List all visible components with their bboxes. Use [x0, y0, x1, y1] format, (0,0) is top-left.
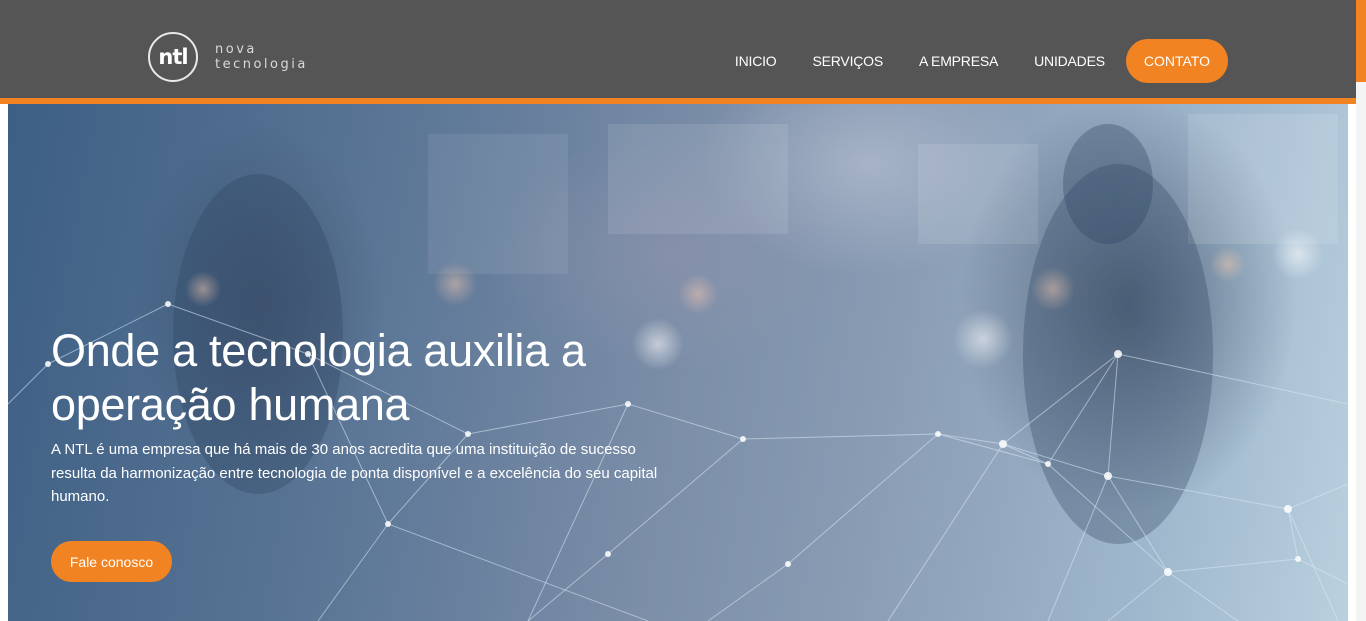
- main-nav: INICIO SERVIÇOS A EMPRESA UNIDADES CONTA…: [699, 39, 1228, 83]
- brand-logo[interactable]: ntl nova tecnologia: [148, 32, 318, 88]
- logo-wordmark: nova tecnologia: [215, 42, 308, 72]
- hero-title-line-1: Onde a tecnologia auxilia a: [51, 325, 586, 376]
- hero-title: Onde a tecnologia auxilia a operação hum…: [51, 324, 691, 432]
- page-edge: [1356, 82, 1366, 621]
- nav-item-unidades[interactable]: UNIDADES: [1034, 53, 1105, 69]
- hero-description: A NTL é uma empresa que há mais de 30 an…: [51, 441, 658, 505]
- side-accent-bar: [1356, 0, 1366, 82]
- site-header: ntl nova tecnologia INICIO SERVIÇOS A EM…: [0, 0, 1356, 98]
- fale-conosco-button[interactable]: Fale conosco: [51, 541, 172, 582]
- nav-item-a-empresa[interactable]: A EMPRESA: [919, 53, 998, 69]
- hero-title-line-2: operação humana: [51, 379, 410, 430]
- logo-word-tecnologia: tecnologia: [215, 57, 308, 72]
- nav-item-inicio[interactable]: INICIO: [735, 53, 777, 69]
- hero-banner: Onde a tecnologia auxilia a operação hum…: [8, 104, 1348, 621]
- logo-word-nova: nova: [215, 42, 257, 57]
- nav-contact-button[interactable]: CONTATO: [1125, 39, 1228, 83]
- logo-mark: ntl: [148, 32, 198, 82]
- hero-content: Onde a tecnologia auxilia a operação hum…: [51, 324, 691, 509]
- nav-item-servicos[interactable]: SERVIÇOS: [813, 53, 884, 69]
